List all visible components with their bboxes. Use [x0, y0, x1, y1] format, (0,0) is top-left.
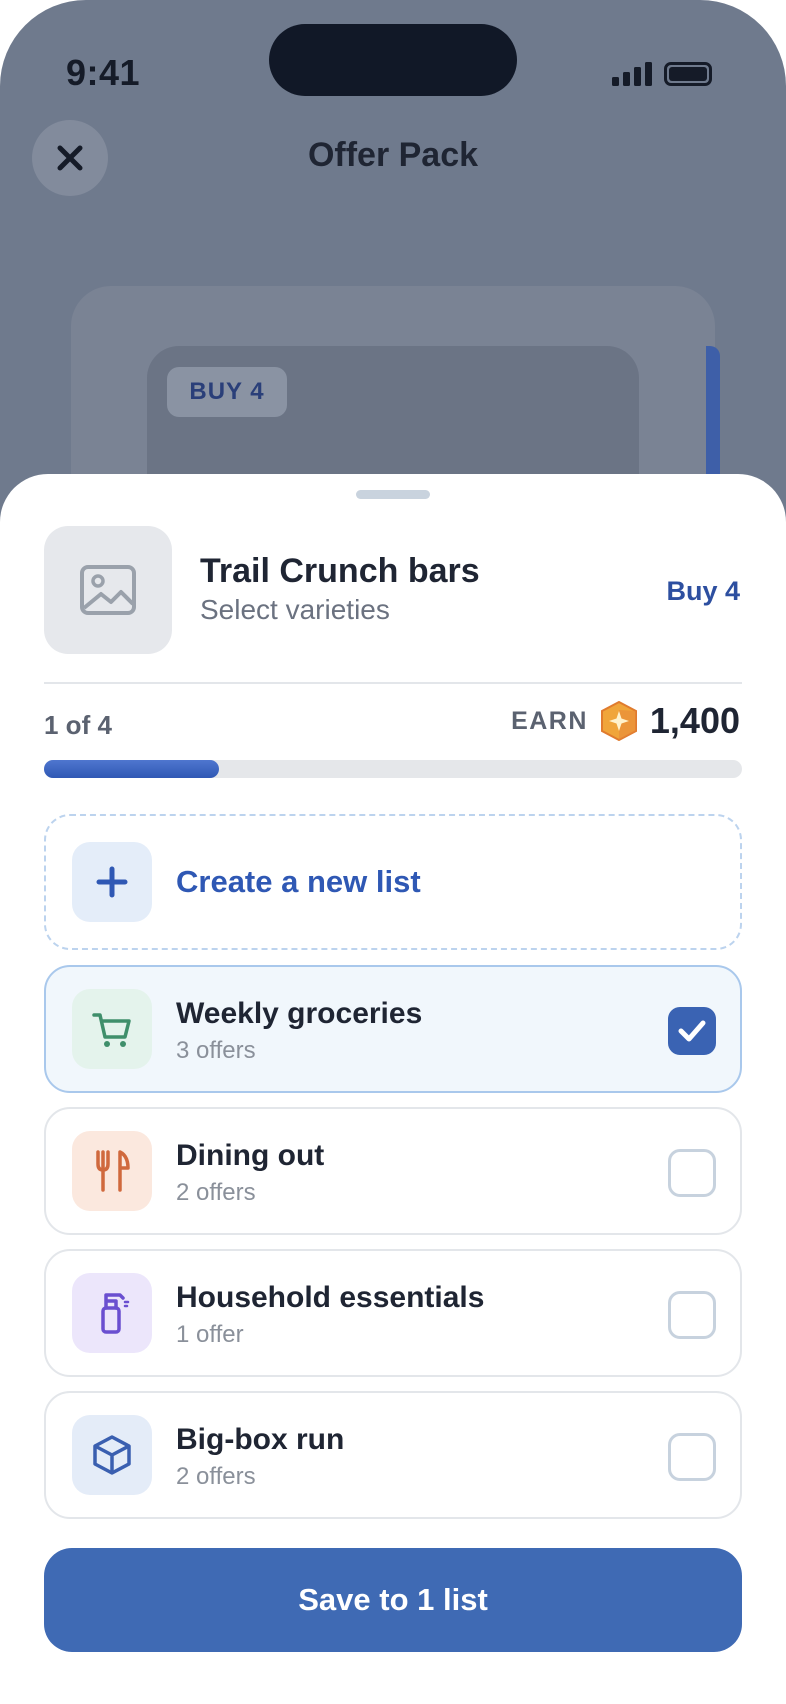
box-icon — [93, 1435, 131, 1475]
image-placeholder-icon — [80, 565, 136, 615]
list-item-dining-out[interactable]: Dining out 2 offers — [44, 1107, 742, 1235]
list-name: Household essentials — [176, 1281, 485, 1314]
bottom-sheet: Trail Crunch bars Select varieties Buy 4… — [0, 474, 786, 1704]
create-list-icon-tile — [72, 842, 152, 922]
list-name: Dining out — [176, 1139, 325, 1172]
divider — [44, 682, 742, 684]
list-checkbox[interactable] — [668, 1291, 716, 1339]
list-icon-tile — [72, 1273, 152, 1353]
list-name: Big-box run — [176, 1423, 345, 1456]
utensils-icon — [96, 1150, 130, 1192]
list-name: Weekly groceries — [176, 997, 423, 1030]
earn-row: EARN 1,400 — [511, 700, 740, 742]
phone-screen: 9:41 Offer Pack BUY 4 Trail Crunch bars … — [0, 0, 786, 1704]
create-list-button[interactable]: Create a new list — [44, 814, 742, 950]
list-checkbox[interactable] — [668, 1149, 716, 1197]
sheet-grabber[interactable] — [356, 490, 430, 499]
points-badge-icon — [600, 701, 637, 741]
progress-bar — [44, 760, 742, 778]
signal-icon — [612, 60, 652, 86]
product-subtitle: Select varieties — [200, 594, 390, 625]
cart-icon — [92, 1013, 131, 1047]
dynamic-island — [269, 24, 517, 96]
product-title: Trail Crunch bars — [200, 552, 480, 590]
progress-bar-fill — [44, 760, 219, 778]
buy-quantity-link[interactable]: Buy 4 — [666, 576, 740, 607]
list-item-weekly-groceries[interactable]: Weekly groceries 3 offers — [44, 965, 742, 1093]
save-button[interactable]: Save to 1 list — [44, 1548, 742, 1652]
status-time: 9:41 — [66, 52, 141, 93]
list-checkbox[interactable] — [668, 1433, 716, 1481]
list-icon-tile — [72, 1415, 152, 1495]
buy-chip: BUY 4 — [167, 367, 287, 417]
earn-label: EARN — [511, 706, 588, 735]
battery-icon — [664, 62, 712, 86]
list-offer-count: 1 offer — [176, 1321, 244, 1348]
checkmark-icon — [678, 1020, 706, 1042]
list-icon-tile — [72, 1131, 152, 1211]
progress-label: 1 of 4 — [44, 710, 112, 740]
product-thumbnail — [44, 526, 172, 654]
list-item-big-box-run[interactable]: Big-box run 2 offers — [44, 1391, 742, 1519]
page-title: Offer Pack — [307, 136, 479, 174]
list-checkbox[interactable] — [668, 1007, 716, 1055]
list-offer-count: 2 offers — [176, 1463, 256, 1490]
list-offer-count: 3 offers — [176, 1037, 256, 1064]
list-offer-count: 2 offers — [176, 1179, 256, 1206]
create-list-label: Create a new list — [176, 864, 421, 899]
spray-bottle-icon — [101, 1293, 130, 1334]
list-icon-tile — [72, 989, 152, 1069]
list-item-household-essentials[interactable]: Household essentials 1 offer — [44, 1249, 742, 1377]
plus-icon — [96, 866, 128, 898]
points-value: 1,400 — [649, 700, 740, 741]
